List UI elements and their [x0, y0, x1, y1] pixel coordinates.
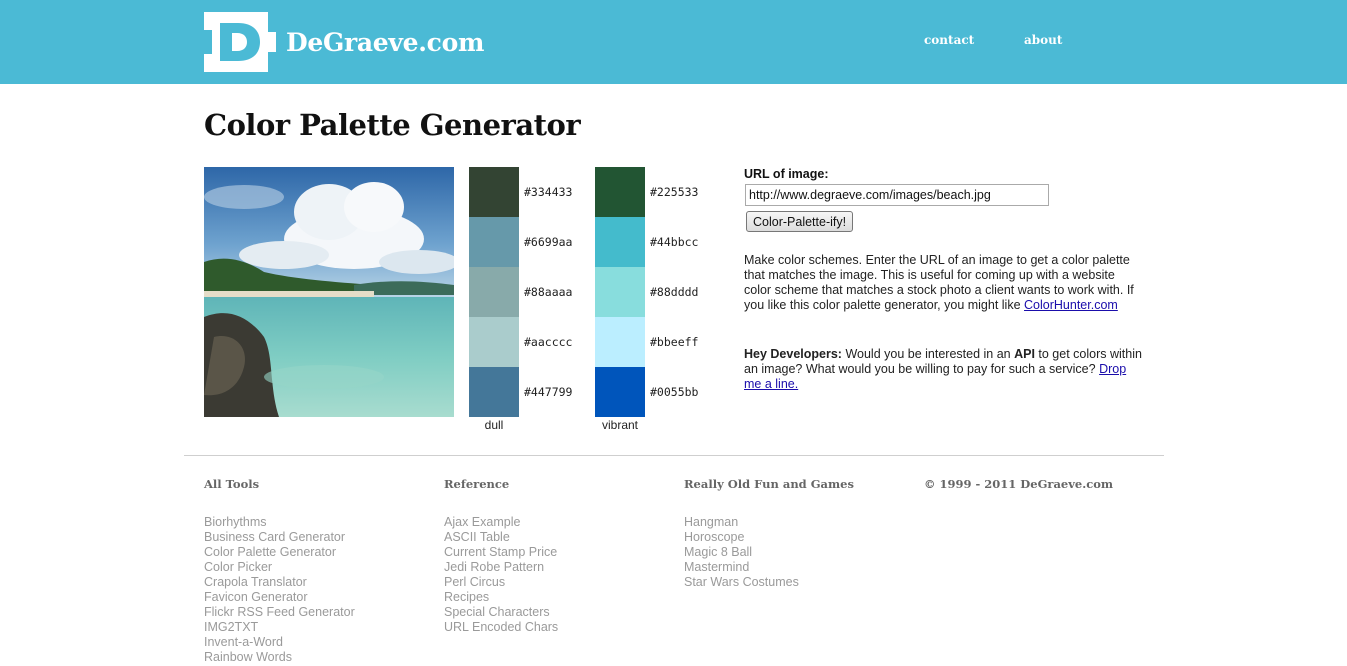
footer-link[interactable]: Flickr RSS Feed Generator — [204, 605, 355, 619]
developers-text-1: Would you be interested in an — [841, 347, 1015, 361]
developers-heading: Hey Developers: — [744, 347, 842, 361]
footer-link[interactable]: Ajax Example — [444, 515, 520, 529]
footer-link[interactable]: Biorhythms — [204, 515, 267, 529]
copyright-text: © 1999 - 2011 DeGraeve.com — [924, 477, 1114, 491]
api-text: API — [1014, 347, 1035, 361]
footer-link[interactable]: Jedi Robe Pattern — [444, 560, 544, 574]
footer-link[interactable]: Business Card Generator — [204, 530, 345, 544]
color-palette-ify-button[interactable]: Color-Palette-ify! — [746, 211, 854, 232]
footer-heading: Really Old Fun and Games — [684, 477, 854, 491]
footer-column-reference: Reference Ajax Example ASCII Table Curre… — [444, 477, 674, 635]
color-swatch — [595, 217, 645, 267]
site-logo[interactable]: DeGraeve.com — [204, 12, 484, 72]
site-logo-text: DeGraeve.com — [286, 27, 485, 57]
color-swatch — [469, 217, 519, 267]
swatch-hex-label: #aacccc — [524, 335, 573, 349]
footer-link[interactable]: URL Encoded Chars — [444, 620, 558, 634]
swatch-hex-label: #0055bb — [650, 385, 699, 399]
color-swatch — [595, 167, 645, 217]
color-swatch — [595, 267, 645, 317]
swatch-hex-label: #88dddd — [650, 285, 699, 299]
swatch-hex-label: #bbeeff — [650, 335, 699, 349]
swatch-hex-label: #225533 — [650, 185, 699, 199]
footer-link[interactable]: Rainbow Words — [204, 650, 292, 664]
footer-link[interactable]: Horoscope — [684, 530, 744, 544]
beach-photo-image — [204, 167, 454, 417]
footer-link[interactable]: Hangman — [684, 515, 738, 529]
image-url-input[interactable] — [745, 184, 1049, 206]
description-paragraph: Make color schemes. Enter the URL of an … — [744, 253, 1144, 313]
footer-column-all-tools: All Tools Biorhythms Business Card Gener… — [204, 477, 434, 665]
footer-link[interactable]: IMG2TXT — [204, 620, 258, 634]
site-header: DeGraeve.com contact about — [0, 0, 1347, 84]
swatch-hex-label: #6699aa — [524, 235, 573, 249]
footer-heading: All Tools — [204, 477, 260, 491]
url-field-label: URL of image: — [744, 167, 829, 181]
page-title: Color Palette Generator — [204, 108, 581, 142]
footer-column-fun-and-games: Really Old Fun and Games Hangman Horosco… — [684, 477, 914, 590]
source-photo — [204, 167, 454, 417]
footer-link[interactable]: Crapola Translator — [204, 575, 307, 589]
vibrant-palette-label: vibrant — [601, 418, 639, 432]
footer-link-list: Biorhythms Business Card Generator Color… — [204, 515, 434, 665]
footer-link[interactable]: Current Stamp Price — [444, 545, 557, 559]
footer-link[interactable]: Invent-a-Word — [204, 635, 283, 649]
footer-link-list: Ajax Example ASCII Table Current Stamp P… — [444, 515, 674, 635]
developers-paragraph: Hey Developers: Would you be interested … — [744, 347, 1144, 392]
colorhunter-link[interactable]: ColorHunter.com — [1024, 298, 1118, 312]
swatch-hex-label: #44bbcc — [650, 235, 699, 249]
footer-heading: Reference — [444, 477, 510, 491]
color-swatch — [469, 167, 519, 217]
footer-link[interactable]: Star Wars Costumes — [684, 575, 799, 589]
footer-link[interactable]: Perl Circus — [444, 575, 505, 589]
footer-link[interactable]: Recipes — [444, 590, 489, 604]
nav-about-link[interactable]: about — [1024, 33, 1062, 47]
footer-link[interactable]: Special Characters — [444, 605, 550, 619]
swatch-hex-label: #88aaaa — [524, 285, 573, 299]
swatch-hex-label: #334433 — [524, 185, 573, 199]
footer-column-copyright: © 1999 - 2011 DeGraeve.com — [924, 477, 1154, 515]
color-swatch — [595, 317, 645, 367]
color-swatch — [469, 367, 519, 417]
footer-link[interactable]: ASCII Table — [444, 530, 510, 544]
footer-link[interactable]: Mastermind — [684, 560, 749, 574]
color-swatch — [595, 367, 645, 417]
footer-link-list: Hangman Horoscope Magic 8 Ball Mastermin… — [684, 515, 914, 590]
nav-contact-link[interactable]: contact — [924, 33, 974, 47]
footer-link[interactable]: Color Picker — [204, 560, 272, 574]
color-swatch — [469, 317, 519, 367]
footer-link[interactable]: Color Palette Generator — [204, 545, 336, 559]
dull-palette-label: dull — [484, 418, 504, 432]
footer-link[interactable]: Magic 8 Ball — [684, 545, 752, 559]
footer-divider — [184, 455, 1164, 456]
footer-link[interactable]: Favicon Generator — [204, 590, 308, 604]
color-swatch — [469, 267, 519, 317]
degraeve-logo-icon — [204, 12, 276, 72]
swatch-hex-label: #447799 — [524, 385, 573, 399]
